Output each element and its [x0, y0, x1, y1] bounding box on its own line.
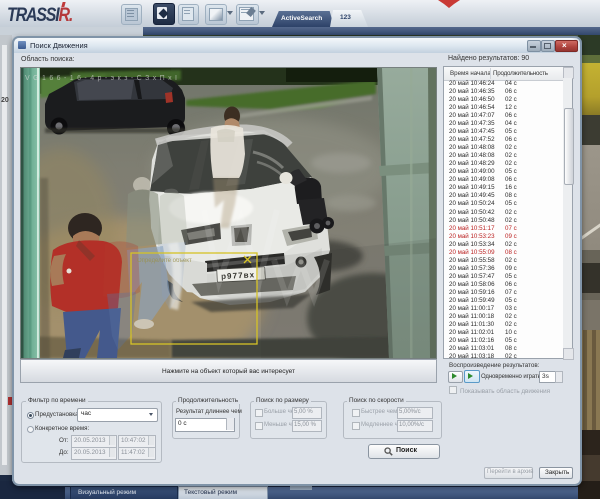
svg-text:Определите объект: Определите объект — [137, 258, 192, 264]
